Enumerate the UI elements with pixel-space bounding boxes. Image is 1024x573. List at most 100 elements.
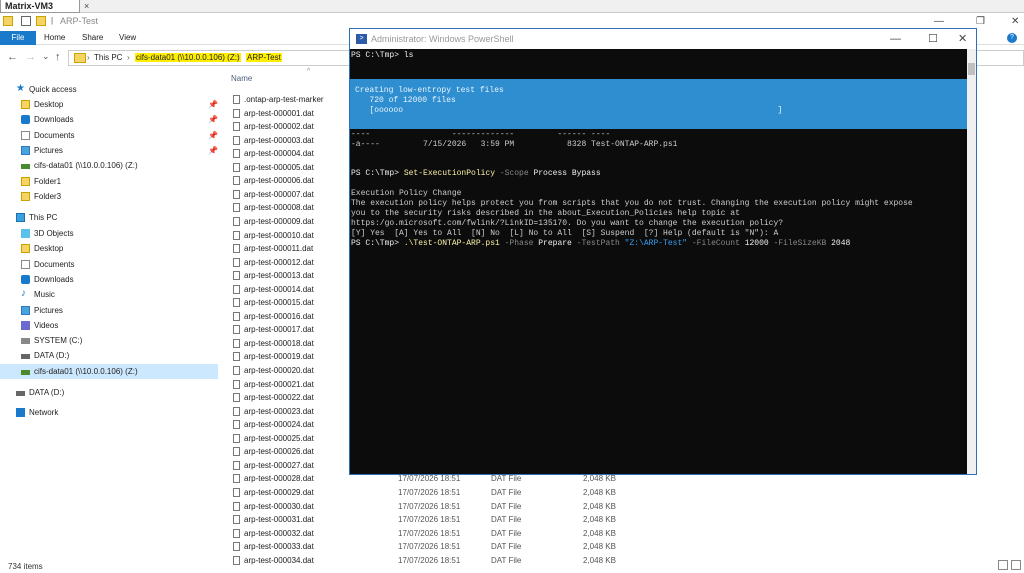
new-folder-icon[interactable] [36,16,46,26]
file-icon [233,108,240,118]
pin-icon[interactable]: 📌 [208,128,218,143]
file-icon [233,95,240,104]
console-line: you to the security risks described in t… [351,209,740,218]
file-name: arp-test-000012.dat [244,257,314,267]
powershell-window[interactable]: > Administrator: Windows PowerShell — ☐ … [349,28,977,475]
sidebar-item[interactable]: Videos [0,318,218,333]
sidebar-item[interactable]: cifs-data01 (\\10.0.0.106) (Z:) [0,158,218,173]
sidebar-item[interactable]: Network [0,405,218,420]
file-icon [233,257,240,267]
close-button[interactable]: ✕ [958,29,967,49]
progress-title: Creating low-entropy test files [355,86,504,95]
scrollbar-thumb[interactable] [968,63,975,75]
file-icon [233,298,240,308]
file-row[interactable]: arp-test-000033.dat 17/07/2026 18:51 DAT F… [228,540,1018,553]
file-row[interactable]: arp-test-000032.dat 17/07/2026 18:51 DAT F… [228,527,1018,540]
sidebar-item[interactable]: Downloads [0,272,218,287]
file-icon [233,501,240,511]
file-name: arp-test-000011.dat [244,244,314,254]
file-icon [233,474,240,484]
details-view-button[interactable] [998,560,1008,570]
folder-icon [74,53,86,63]
tab-view[interactable]: View [119,31,136,45]
pin-icon[interactable]: 📌 [208,112,218,127]
sidebar-item[interactable]: Folder1 [0,174,218,189]
minimize-button[interactable]: — [934,16,944,27]
file-name: arp-test-000016.dat [244,311,314,321]
sidebar-item[interactable]: SYSTEM (C:) [0,333,218,348]
vm-tab-close-icon[interactable]: × [84,0,89,12]
sidebar-item[interactable]: ★ Quick access [0,82,218,97]
file-icon [233,366,240,375]
maximize-button[interactable]: ☐ [928,29,938,49]
sidebar-item[interactable]: Pictures 📌 [0,143,218,158]
file-icon [233,230,240,240]
close-button[interactable]: ✕ [1011,16,1019,27]
tab-file[interactable]: File [0,31,36,45]
file-row[interactable]: arp-test-000029.dat 17/07/2026 18:51 DAT F… [228,486,1018,499]
pin-icon[interactable]: 📌 [208,143,218,158]
file-name: arp-test-000018.dat [244,338,314,348]
sidebar-item[interactable]: Desktop 📌 [0,97,218,112]
file-icon [233,122,240,132]
sidebar-item[interactable]: Pictures [0,303,218,318]
sidebar-item[interactable]: Folder3 [0,189,218,204]
console-line: ---- ------------- ------ ---- [351,130,611,139]
maximize-button[interactable]: ❐ [976,16,985,27]
back-button[interactable]: ← [7,51,18,63]
console-line: https:/go.microsoft.com/fwlink/?LinkID=1… [351,219,784,228]
up-button[interactable]: ↑ [55,51,61,63]
pc-icon [16,213,25,222]
help-icon[interactable]: ? [1007,33,1017,43]
documents-icon [21,260,30,269]
file-name: arp-test-000015.dat [244,298,314,308]
large-icons-view-button[interactable] [1011,560,1021,570]
file-icon [233,311,240,321]
breadcrumb-this-pc[interactable]: This PC [94,53,122,62]
sidebar-item-label: SYSTEM (C:) [34,336,83,345]
console-output[interactable]: PS C:\Tmp> ls Creating low-entropy test … [350,49,967,474]
minimize-button[interactable]: — [890,29,901,49]
file-name: arp-test-000027.dat [244,460,314,470]
breadcrumb-folder[interactable]: ARP-Test [246,53,282,62]
file-row[interactable]: arp-test-000030.dat 17/07/2026 18:51 DAT F… [228,500,1018,513]
properties-icon[interactable] [21,16,31,26]
file-name: arp-test-000007.dat [244,189,314,199]
sidebar-item[interactable]: ♪ Music [0,287,218,302]
sidebar-item[interactable]: Documents [0,257,218,272]
file-date: 17/07/2026 18:51 [398,501,461,511]
file-name: arp-test-000014.dat [244,284,314,294]
sidebar-item[interactable]: DATA (D:) [0,385,218,400]
recent-locations-icon[interactable]: ⌄ [42,51,50,62]
sidebar-item[interactable]: Desktop [0,241,218,256]
sidebar-item[interactable]: DATA (D:) [0,348,218,363]
folder-icon [21,100,30,109]
sidebar-item[interactable]: Documents 📌 [0,128,218,143]
forward-button[interactable]: → [25,51,36,63]
column-header-name[interactable]: Name [231,74,252,83]
sidebar-item[interactable]: Downloads 📌 [0,112,218,127]
progress-bar: [oooooo ] [355,106,783,115]
file-name: arp-test-000023.dat [244,406,314,416]
console-scrollbar[interactable] [967,49,976,474]
powershell-title: Administrator: Windows PowerShell [371,34,514,44]
network-drive-icon [21,164,30,169]
vm-tab[interactable]: Matrix-VM3 [0,0,80,13]
pictures-icon [21,146,30,155]
file-row[interactable]: arp-test-000031.dat 17/07/2026 18:51 DAT F… [228,513,1018,526]
breadcrumb-drive[interactable]: cifs-data01 (\\10.0.0.106) (Z:) [135,53,241,62]
drive-icon [16,391,25,396]
file-icon [233,515,240,525]
sidebar-item-label: Pictures [34,306,63,315]
file-name: arp-test-000032.dat [244,528,314,538]
sidebar-item[interactable]: 3D Objects [0,226,218,241]
search-input[interactable] [975,50,1024,66]
file-name: arp-test-000026.dat [244,447,314,457]
sidebar-item[interactable]: This PC [0,210,218,225]
sidebar-item-label: DATA (D:) [29,388,65,397]
sidebar-item[interactable]: cifs-data01 (\\10.0.0.106) (Z:) [0,364,218,379]
powershell-titlebar[interactable]: > Administrator: Windows PowerShell — ☐ … [350,29,976,49]
tab-share[interactable]: Share [82,31,103,45]
pin-icon[interactable]: 📌 [208,97,218,112]
tab-home[interactable]: Home [44,31,65,45]
